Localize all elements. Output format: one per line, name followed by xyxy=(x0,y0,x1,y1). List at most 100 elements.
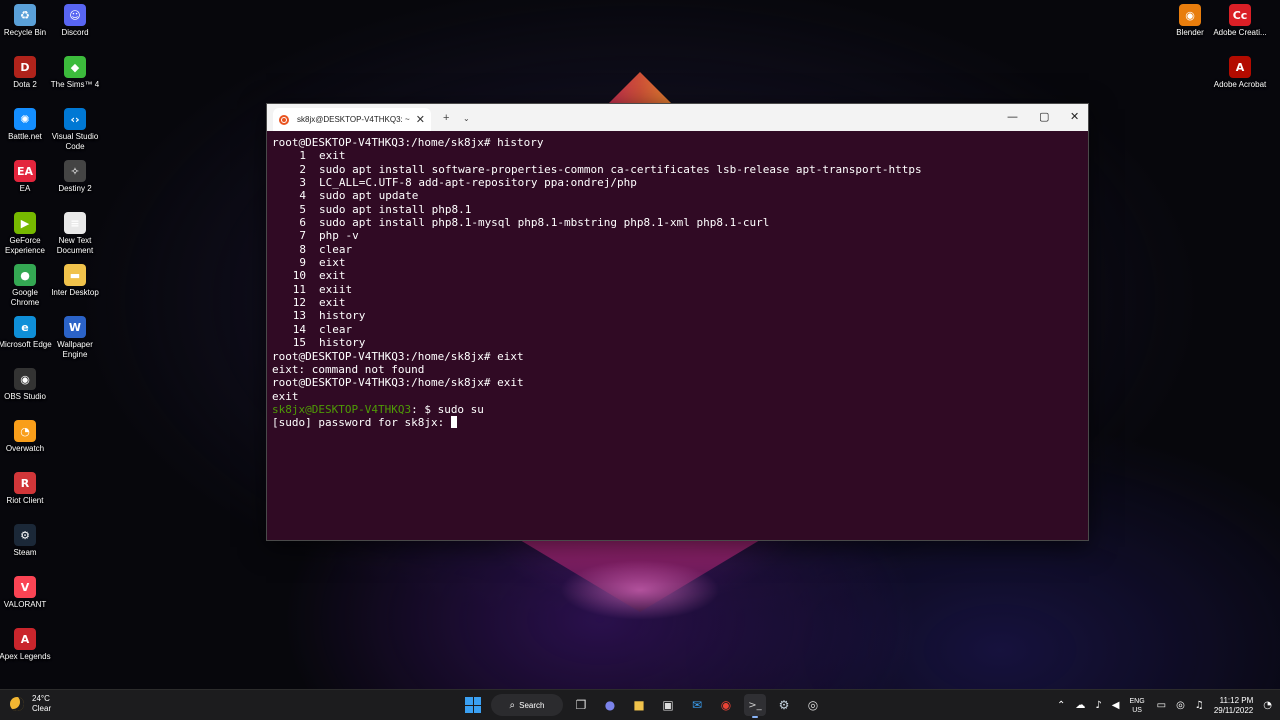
destiny2-icon: ✧ xyxy=(64,160,86,182)
weather-widget[interactable]: 24°C Clear xyxy=(10,694,51,714)
desktop-shortcut[interactable]: ◔ Overwatch xyxy=(0,420,50,454)
text-document-icon: ≡ xyxy=(64,212,86,234)
desktop-shortcut[interactable]: V VALORANT xyxy=(0,576,50,610)
password-prompt: [sudo] password for sk8jx: xyxy=(272,416,451,430)
desktop-shortcut-label: Visual Studio Code xyxy=(51,132,99,151)
task-view-button[interactable]: ❐ xyxy=(570,694,592,716)
desktop-shortcut[interactable]: ● Google Chrome xyxy=(0,264,50,308)
chrome-button[interactable]: ◉ xyxy=(715,694,737,716)
new-tab-button[interactable]: + xyxy=(443,112,449,124)
terminal-tab-title: sk8jx@DESKTOP-V4THKQ3: ~ xyxy=(297,115,410,124)
maximize-button[interactable]: ▢ xyxy=(1039,110,1049,123)
desktop-shortcut[interactable]: R Riot Client xyxy=(0,472,50,506)
microphone-icon[interactable]: ♪ xyxy=(1095,700,1101,711)
blender-icon: ◉ xyxy=(1179,4,1201,26)
history-number: 3 xyxy=(299,176,306,190)
start-button[interactable] xyxy=(462,694,484,716)
desktop-shortcut-label: Destiny 2 xyxy=(58,184,92,193)
language-indicator[interactable]: ENG US xyxy=(1129,697,1144,715)
terminal-output[interactable]: root@DESKTOP-V4THKQ3:/home/sk8jx# histor… xyxy=(267,131,1088,435)
desktop-shortcut[interactable]: ◉ OBS Studio xyxy=(0,368,50,402)
mail-button[interactable]: ✉ xyxy=(686,694,708,716)
history-entry: 15 history xyxy=(272,336,1083,349)
desktop-shortcut-label: GeForce Experience xyxy=(4,236,46,255)
clock[interactable]: 11:12 PM 29/11/2022 xyxy=(1214,696,1253,716)
steam-button[interactable]: ⚙ xyxy=(773,694,795,716)
desktop-shortcut-label: Overwatch xyxy=(5,444,45,453)
history-command: sudo apt install software-properties-com… xyxy=(319,162,922,176)
notification-icon[interactable]: ◔ xyxy=(1263,700,1272,711)
search-button[interactable]: ⌕ Search xyxy=(491,694,563,716)
teams-chat-button[interactable]: ● xyxy=(599,694,621,716)
prompt-command: : $ sudo su xyxy=(411,402,484,416)
chrome-icon: ◉ xyxy=(720,698,732,712)
desktop-shortcut[interactable]: ☺ Discord xyxy=(50,4,100,38)
history-entry: 13 history xyxy=(272,309,1083,322)
terminal-window[interactable]: sk8jx@DESKTOP-V4THKQ3: ~ ✕ + ⌄ — ▢ ✕ roo… xyxy=(266,103,1089,541)
speaker-icon[interactable]: ◀ xyxy=(1112,700,1120,711)
history-number: 15 xyxy=(292,336,306,350)
weather-temp: 24°C xyxy=(32,694,50,703)
file-explorer-button[interactable]: ■ xyxy=(628,694,650,716)
tab-dropdown-icon[interactable]: ⌄ xyxy=(463,114,470,123)
history-command: eixt xyxy=(319,256,346,270)
desktop-shortcut[interactable]: ◆ The Sims™ 4 xyxy=(50,56,100,90)
desktop-shortcut[interactable]: D Dota 2 xyxy=(0,56,50,90)
desktop-shortcut[interactable]: ≡ New Text Document xyxy=(50,212,100,256)
history-number: 6 xyxy=(299,216,306,230)
desktop-shortcut[interactable]: ▬ Inter Desktop xyxy=(50,264,100,298)
desktop-shortcut[interactable]: ⚙ Steam xyxy=(0,524,50,558)
desktop-shortcut[interactable]: ✺ Battle.net xyxy=(0,108,50,142)
desktop-shortcut[interactable]: Cc Adobe Creati... xyxy=(1213,4,1267,38)
volume-icon[interactable]: ♫ xyxy=(1195,700,1204,711)
store-button[interactable]: ▣ xyxy=(657,694,679,716)
desktop-shortcut-label: Microsoft Edge xyxy=(0,340,52,349)
history-command: clear xyxy=(319,242,353,256)
desktop-shortcut[interactable]: W Wallpaper Engine xyxy=(50,316,100,360)
desktop-shortcut[interactable]: ‹› Visual Studio Code xyxy=(50,108,100,152)
desktop-shortcut[interactable]: A Apex Legends xyxy=(0,628,51,662)
terminal-tab[interactable]: sk8jx@DESKTOP-V4THKQ3: ~ ✕ xyxy=(273,108,431,131)
desktop-shortcut[interactable]: ✧ Destiny 2 xyxy=(50,160,100,194)
history-command: LC_ALL=C.UTF-8 add-apt-repository ppa:on… xyxy=(319,176,637,190)
desktop-shortcut-label: Adobe Acrobat xyxy=(1213,80,1267,89)
desktop-shortcut[interactable]: e Microsoft Edge xyxy=(0,316,52,350)
search-label: Search xyxy=(519,700,545,710)
steam-icon: ⚙ xyxy=(14,524,36,546)
chevron-up-icon[interactable]: ⌃ xyxy=(1057,700,1065,711)
desktop-shortcut[interactable]: EA EA xyxy=(0,160,50,194)
desktop-shortcut[interactable]: ♻ Recycle Bin xyxy=(0,4,50,38)
vscode-icon: ‹› xyxy=(64,108,86,130)
cloud-icon[interactable]: ☁ xyxy=(1075,700,1085,711)
history-command: history xyxy=(319,336,366,350)
folder-icon: ■ xyxy=(633,698,645,712)
desktop-shortcut[interactable]: ▶ GeForce Experience xyxy=(0,212,50,256)
history-output: 1 exit 2 sudo apt install software-properti… xyxy=(272,149,1083,349)
network-icon[interactable]: ◎ xyxy=(1176,700,1185,711)
steam-icon: ⚙ xyxy=(778,698,790,712)
desktop-shortcut-label: Discord xyxy=(61,28,89,37)
overwatch-icon: ◔ xyxy=(14,420,36,442)
close-tab-icon[interactable]: ✕ xyxy=(416,113,425,126)
history-entry: 14 clear xyxy=(272,323,1083,336)
obs-button[interactable]: ◎ xyxy=(802,694,824,716)
desktop-shortcut[interactable]: ◉ Blender xyxy=(1165,4,1215,38)
history-entry: 7 php -v xyxy=(272,229,1083,242)
history-command: history xyxy=(319,309,366,323)
history-entry: 6 sudo apt install php8.1-mysql php8.1-mb… xyxy=(272,216,1083,229)
system-tray: ⌃ ☁ ♪ ◀ ENG US ▭ ◎ ♫ 11:12 PM 29/11/2022… xyxy=(1057,690,1280,720)
desktop-shortcut[interactable]: A Adobe Acrobat xyxy=(1213,56,1267,90)
minimize-button[interactable]: — xyxy=(1007,110,1018,123)
clock-time: 11:12 PM xyxy=(1219,695,1254,705)
display-icon[interactable]: ▭ xyxy=(1157,700,1166,711)
history-command: sudo apt install php8.1 xyxy=(319,202,472,216)
history-command: exit xyxy=(319,269,346,283)
history-number: 5 xyxy=(299,202,306,216)
chrome-icon: ● xyxy=(14,264,36,286)
terminal-titlebar[interactable]: sk8jx@DESKTOP-V4THKQ3: ~ ✕ + ⌄ — ▢ ✕ xyxy=(267,104,1088,131)
moon-icon xyxy=(10,697,24,711)
desktop-shortcut-label: The Sims™ 4 xyxy=(50,80,100,89)
close-window-button[interactable]: ✕ xyxy=(1070,110,1079,123)
desktop-shortcut-label: VALORANT xyxy=(3,600,47,609)
terminal-button[interactable]: >_ xyxy=(744,694,766,718)
